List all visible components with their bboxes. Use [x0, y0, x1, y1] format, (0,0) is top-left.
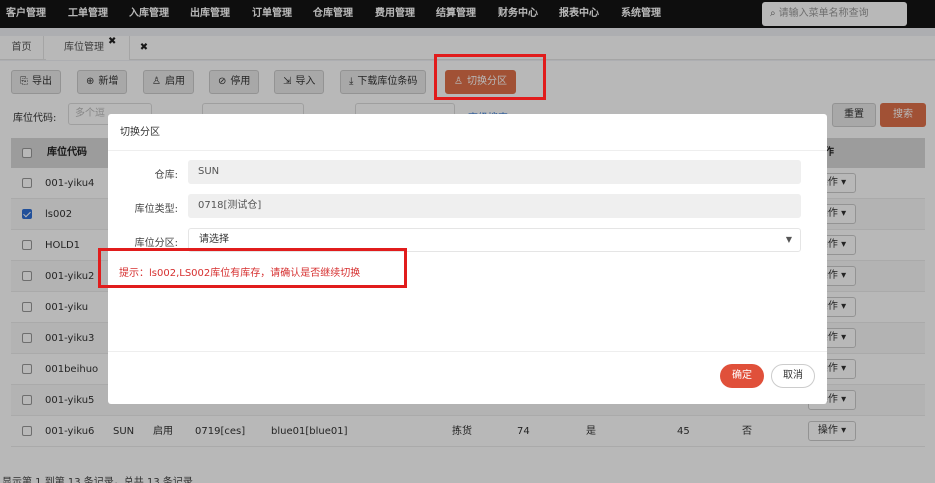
highlight-switch-zone: [434, 54, 546, 100]
warehouse-field: SUN: [188, 160, 801, 184]
location-zone-label: 库位分区:: [134, 238, 178, 249]
chevron-down-icon: ▼: [785, 235, 792, 244]
location-type-field: 0718[测试仓]: [188, 194, 801, 218]
dialog-title: 切换分区: [108, 114, 827, 151]
warehouse-label: 仓库:: [154, 170, 178, 181]
highlight-hint: [98, 248, 407, 288]
location-zone-placeholder: 请选择: [199, 234, 229, 245]
dialog-divider: [108, 351, 827, 352]
cancel-button[interactable]: 取消: [771, 364, 815, 388]
confirm-button[interactable]: 确定: [720, 364, 764, 388]
location-type-label: 库位类型:: [134, 204, 178, 215]
